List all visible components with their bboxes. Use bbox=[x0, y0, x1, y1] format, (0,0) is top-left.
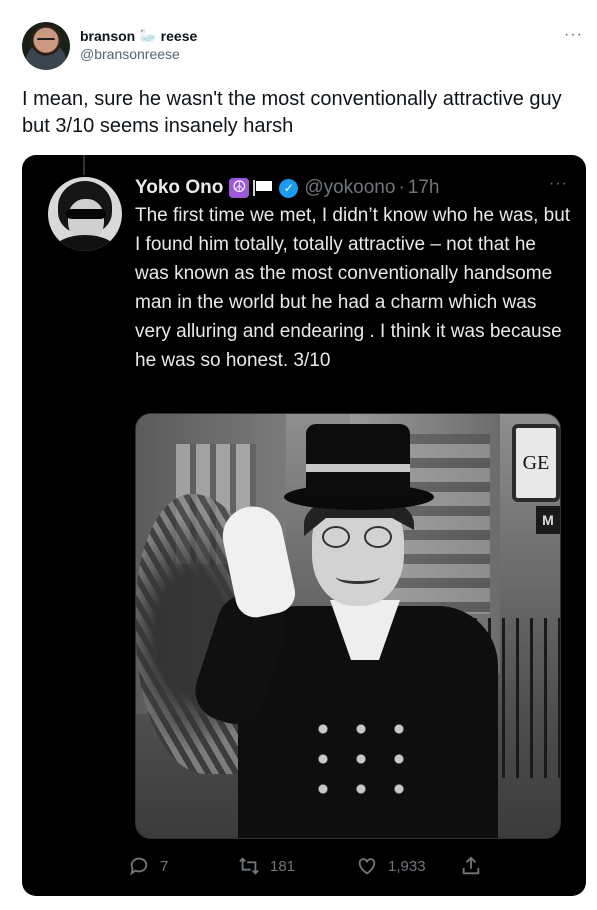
heart-icon bbox=[358, 858, 376, 875]
timestamp[interactable]: 17h bbox=[408, 177, 440, 199]
verified-icon: ✓ bbox=[279, 178, 299, 198]
quoted-avatar[interactable] bbox=[48, 177, 122, 251]
reply-icon bbox=[130, 857, 148, 876]
swan-icon: 🦢 bbox=[139, 27, 157, 43]
street-sign: GE bbox=[512, 424, 560, 502]
quoted-handle[interactable]: @yokoono bbox=[304, 177, 395, 199]
quoted-tweet-card[interactable]: Yoko Ono ☮ ✓ @yokoono · 17h ··· The firs… bbox=[22, 155, 586, 896]
retweet-icon bbox=[239, 857, 259, 875]
share-button[interactable] bbox=[460, 855, 492, 877]
more-options-icon[interactable]: ··· bbox=[564, 26, 583, 44]
outer-names: branson 🦢 reese @bransonreese bbox=[80, 27, 197, 62]
more-options-icon[interactable]: ··· bbox=[549, 175, 568, 193]
street-sign-small: M bbox=[536, 506, 560, 534]
like-button[interactable]: 1,933 bbox=[356, 855, 426, 877]
reply-count: 7 bbox=[160, 857, 169, 875]
retweet-count: 181 bbox=[270, 857, 296, 875]
share-icon bbox=[462, 856, 480, 875]
avatar[interactable] bbox=[22, 22, 70, 70]
white-flag-icon bbox=[253, 180, 275, 196]
quoted-display-name[interactable]: Yoko Ono bbox=[135, 177, 223, 199]
peace-icon: ☮ bbox=[229, 178, 250, 198]
action-bar: 7 181 1,933 bbox=[128, 855, 528, 879]
quoted-tweet-text: The first time we met, I didn’t know who… bbox=[135, 205, 571, 371]
tweet-text: I mean, sure he wasn't the most conventi… bbox=[22, 88, 562, 137]
outer-tweet-header: branson 🦢 reese @bransonreese ··· bbox=[22, 22, 583, 72]
display-name[interactable]: branson 🦢 reese bbox=[80, 27, 197, 44]
tweet-photo[interactable]: GE M bbox=[135, 413, 561, 839]
like-count: 1,933 bbox=[388, 857, 426, 875]
display-name-last[interactable]: reese bbox=[161, 28, 198, 44]
thread-line bbox=[83, 155, 85, 175]
separator: · bbox=[398, 177, 405, 198]
quoted-tweet-header: Yoko Ono ☮ ✓ @yokoono · 17h ··· bbox=[135, 175, 568, 201]
retweet-button[interactable]: 181 bbox=[238, 855, 295, 877]
display-name-first[interactable]: branson bbox=[80, 28, 135, 44]
reply-button[interactable]: 7 bbox=[128, 855, 168, 877]
handle[interactable]: @bransonreese bbox=[80, 46, 197, 62]
